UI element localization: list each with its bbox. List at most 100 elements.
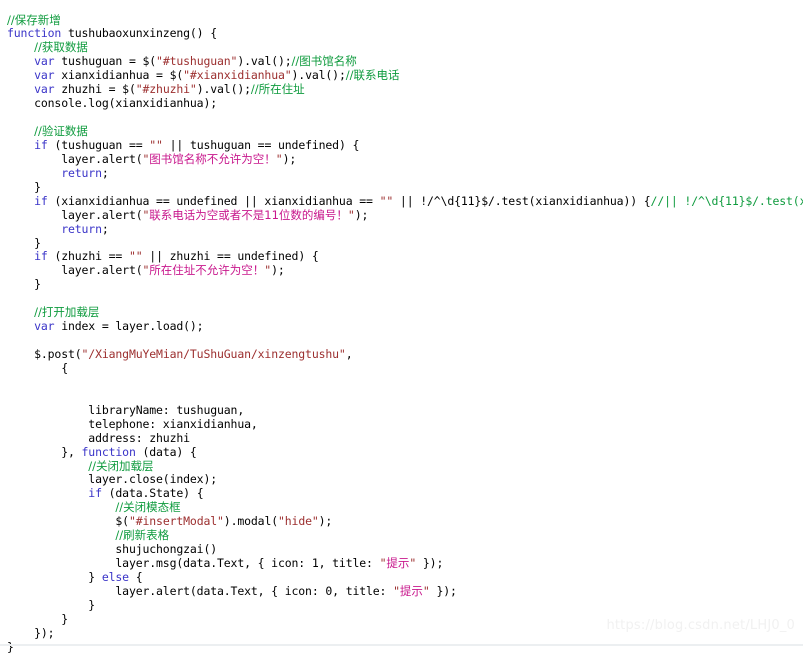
code-token-plain: layer.alert( — [61, 263, 143, 278]
code-token-plain: shujuchongzai() — [115, 542, 217, 557]
code-line: }, function (data) { — [7, 444, 803, 460]
code-token-cjk-str: 联系电话为空或者不是11位数的编号！ — [149, 207, 348, 222]
code-token-plain: , — [345, 347, 353, 361]
code-token-string: "" — [149, 137, 163, 152]
code-line: //打开加载层 — [7, 305, 803, 320]
code-line: layer.alert("联系电话为空或者不是11位数的编号！"); — [7, 207, 803, 223]
code-token-keyword: function — [7, 26, 62, 41]
source-code-block[interactable]: //保存新增 function tushubaoxunxinzeng() { //… — [7, 12, 803, 655]
code-token-keyword: return — [61, 165, 102, 180]
code-token-comment: //|| !/^\d{11}$/.test(xianxidianhua) — [650, 193, 803, 208]
code-token-plain: layer.close(index); — [88, 472, 217, 487]
code-token-plain: { — [128, 570, 143, 584]
code-token-string: "" — [379, 193, 394, 208]
code-token-plain: telephone: xianxidianhua, — [88, 416, 258, 431]
code-line: layer.msg(data.Text, { icon: 1, title: "… — [7, 556, 803, 571]
code-token-string: "#insertModal" — [128, 514, 224, 529]
code-token-plain: || zhuzhi == undefined) { — [142, 249, 319, 264]
code-token-comment: //获取数据 — [34, 40, 88, 55]
code-token-string: " — [393, 583, 400, 598]
code-token-keyword: if — [34, 137, 48, 152]
code-token-comment: //关闭加载层 — [88, 458, 154, 473]
code-token-keyword: var — [34, 319, 55, 334]
code-token-plain: } — [34, 179, 41, 194]
code-line: function tushubaoxunxinzeng() { — [7, 26, 803, 41]
code-line: } — [7, 235, 803, 251]
code-token-plain: ).val(); — [291, 68, 346, 83]
code-token-plain: address: zhuzhi — [88, 430, 190, 445]
code-token-plain: ); — [354, 207, 369, 222]
code-token-cjk-str: 提示 — [386, 556, 410, 571]
code-token-plain: layer.alert( — [61, 151, 143, 166]
code-token-keyword: var — [34, 82, 55, 97]
code-line: var tushuguan = $("#tushuguan").val();//… — [7, 54, 803, 69]
code-token-comment: //联系电话 — [345, 68, 400, 83]
code-token-plain: console.log(xianxidianhua); — [34, 96, 217, 111]
code-line: } — [7, 611, 803, 627]
code-token-plain: layer.alert( — [61, 207, 143, 222]
code-token-cjk-str: 图书馆名称不允许为空！ — [149, 151, 276, 166]
code-line: if (xianxidianhua == undefined || xianxi… — [7, 193, 803, 209]
code-token-keyword: var — [34, 68, 55, 83]
code-token-string: "#zhuzhi" — [135, 82, 197, 97]
code-line: layer.alert("所在住址不允许为空！"); — [7, 263, 803, 278]
code-line: //关闭加载层 — [7, 458, 803, 474]
code-token-plain: } — [34, 277, 41, 292]
code-line: } else { — [7, 570, 803, 585]
code-token-plain: || tushuguan == undefined) { — [162, 137, 360, 152]
code-token-string: "" — [128, 249, 143, 264]
code-token-string: " — [275, 151, 283, 166]
code-line: } — [7, 179, 803, 195]
code-line: $.post("/XiangMuYeMian/TuShuGuan/xinzeng… — [7, 347, 803, 362]
code-token-string: "#tushuguan" — [156, 54, 238, 69]
code-token-keyword: function — [81, 444, 136, 459]
code-line: layer.close(index); — [7, 472, 803, 487]
code-token-plain: } — [7, 639, 14, 654]
code-token-plain: }); — [429, 583, 457, 598]
code-line: //验证数据 — [7, 124, 803, 139]
code-line: address: zhuzhi — [7, 430, 803, 446]
code-token-string: "#xianxidianhua" — [183, 68, 292, 83]
code-line: } — [7, 639, 803, 655]
code-token-plain: ).val(); — [196, 82, 251, 97]
code-token-keyword: else — [101, 570, 129, 584]
code-token-string: "/XiangMuYeMian/TuShuGuan/xinzengtushu" — [81, 347, 346, 361]
code-line: //保存新增 — [7, 12, 803, 28]
code-token-plain: ); — [318, 514, 333, 529]
code-line: return; — [7, 222, 803, 237]
code-line: var index = layer.load(); — [7, 319, 803, 334]
code-line: if (tushuguan == "" || tushuguan == unde… — [7, 137, 803, 153]
code-token-comment: //图书馆名称 — [291, 54, 357, 69]
code-token-plain: } — [34, 235, 41, 250]
code-token-keyword: if — [34, 249, 48, 264]
code-token-keyword: if — [34, 193, 48, 208]
code-token-plain: }); — [416, 556, 444, 571]
code-token-plain: (tushuguan == — [47, 137, 150, 152]
code-token-plain: index = layer.load(); — [54, 319, 204, 334]
code-token-keyword: if — [88, 486, 102, 501]
code-line: //获取数据 — [7, 40, 803, 55]
code-token-comment: //保存新增 — [7, 12, 61, 27]
code-token-cjk-str: 所在住址不允许为空！ — [149, 263, 265, 278]
code-token-plain: } — [61, 611, 68, 626]
code-line: shujuchongzai() — [7, 542, 803, 557]
code-token-comment: //打开加载层 — [34, 305, 100, 320]
